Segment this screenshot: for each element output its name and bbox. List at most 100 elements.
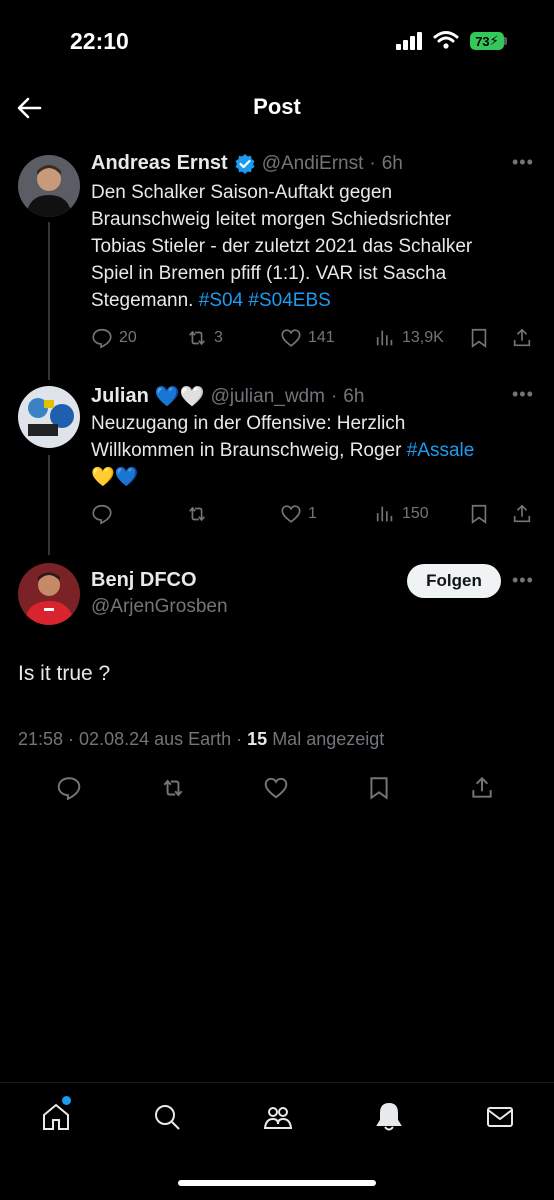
text-line: Willkommen in Braunschweig, Roger #Assal… [91, 437, 541, 464]
status-time: 22:10 [70, 28, 129, 54]
view-label: Mal angezeigt [267, 729, 385, 749]
repost-count: 3 [214, 329, 223, 346]
separator-dot: · [330, 385, 338, 407]
reply-icon [57, 777, 81, 801]
more-options-icon[interactable]: ••• [512, 570, 534, 591]
tweet-time[interactable]: 6h [343, 386, 364, 408]
author-handle[interactable]: @AndiErnst [262, 153, 364, 175]
battery-cap [504, 37, 507, 45]
hashtag-link[interactable]: #S04 [199, 290, 243, 311]
views-icon [376, 506, 393, 522]
nav-search[interactable] [151, 1101, 183, 1138]
battery-level: 73 [475, 33, 490, 49]
bookmark-button[interactable] [366, 775, 392, 801]
name-emoji: 💙🤍 [154, 386, 205, 408]
views-icon [376, 330, 393, 346]
like-icon [281, 329, 301, 347]
reply-button[interactable]: 20 [91, 327, 137, 349]
verified-badge-icon [235, 153, 255, 174]
nav-notifications[interactable] [373, 1101, 405, 1138]
notifications-icon [376, 1102, 402, 1131]
more-options-icon[interactable]: ••• [512, 384, 534, 405]
like-button[interactable] [263, 775, 289, 801]
share-icon [513, 504, 531, 523]
repost-icon [189, 506, 205, 522]
bookmark-icon [471, 328, 487, 348]
reply-icon [92, 504, 112, 525]
search-icon [155, 1105, 180, 1130]
messages-icon [487, 1107, 513, 1127]
like-icon [281, 505, 301, 523]
avatar-image [18, 563, 80, 625]
post-text: Is it true ? [18, 662, 111, 685]
views-count: 13,9K [402, 329, 444, 346]
share-button[interactable] [469, 775, 495, 801]
nav-home[interactable] [40, 1101, 72, 1138]
emoji-line: 💛💙 [91, 467, 139, 488]
share-icon [513, 328, 531, 347]
bookmark-icon [370, 777, 388, 800]
views-button[interactable]: 150 [374, 503, 429, 525]
text-line: Stegemann. #S04 #S04EBS [91, 287, 541, 314]
like-button[interactable]: 1 [280, 503, 317, 525]
thread-line [48, 222, 50, 380]
share-button[interactable] [511, 503, 533, 525]
reply-button[interactable] [56, 775, 82, 801]
home-icon [43, 1103, 69, 1130]
bookmark-button[interactable] [468, 327, 490, 349]
bookmark-icon [471, 504, 487, 524]
reply-icon [92, 328, 112, 349]
text-line: Spiel in Bremen pfiff (1:1). VAR ist Sas… [91, 263, 447, 284]
author-name[interactable]: Julian [91, 385, 149, 408]
communities-icon [263, 1107, 293, 1129]
text-line: Braunschweig leitet morgen Schiedsrichte… [91, 209, 452, 230]
post-timestamp: 21:58 · 02.08.24 aus Earth · [18, 729, 248, 749]
author-name[interactable]: Benj DFCO [91, 569, 197, 592]
tweet-header: Andreas Ernst @AndiErnst · 6h [91, 152, 403, 175]
tweet-text: Neuzugang in der Offensive: Herzlich Wil… [91, 410, 541, 491]
repost-button[interactable]: 3 [186, 327, 223, 349]
cellular-signal-icon [396, 32, 422, 50]
author-handle[interactable]: @ArjenGrosben [91, 596, 228, 618]
nav-messages[interactable] [484, 1101, 516, 1138]
avatar-benj-dfco[interactable] [18, 563, 80, 625]
view-count: 15 [247, 729, 268, 749]
text-fragment: Willkommen in Braunschweig, Roger [91, 440, 402, 461]
nav-communities[interactable] [262, 1101, 294, 1138]
bookmark-button[interactable] [468, 503, 490, 525]
like-button[interactable]: 141 [280, 327, 335, 349]
repost-icon [163, 779, 183, 797]
reply-button[interactable] [91, 503, 119, 525]
wifi-icon [433, 31, 459, 49]
author-handle[interactable]: @julian_wdm [211, 386, 325, 408]
repost-button[interactable] [160, 775, 186, 801]
home-notification-dot [62, 1096, 71, 1105]
follow-button[interactable]: Folgen [407, 564, 501, 598]
share-button[interactable] [511, 327, 533, 349]
text-line: Tobias Stieler - der zuletzt 2021 das Sc… [91, 236, 473, 257]
separator-dot: · [369, 152, 376, 174]
post-meta: 21:58 · 02.08.24 aus Earth · 15 Mal ange… [18, 729, 384, 750]
avatar-andreas-ernst[interactable] [18, 155, 80, 217]
hashtag-link[interactable]: #Assale [407, 440, 475, 461]
text-fragment: Stegemann. [91, 290, 194, 311]
tweet-text: Den Schalker Saison-Auftakt gegen Brauns… [91, 179, 541, 314]
hashtag-link[interactable]: #S04EBS [248, 290, 330, 311]
more-options-icon[interactable]: ••• [512, 152, 534, 173]
views-count: 150 [402, 505, 429, 522]
repost-icon [189, 330, 205, 346]
like-icon [264, 777, 288, 799]
text-line: Neuzugang in der Offensive: Herzlich [91, 413, 406, 434]
like-count: 141 [308, 329, 335, 346]
avatar-image [18, 386, 80, 448]
views-button[interactable]: 13,9K [374, 327, 444, 349]
repost-button[interactable] [186, 503, 214, 525]
tweet-time[interactable]: 6h [382, 153, 403, 175]
page-title: Post [253, 94, 301, 119]
author-name[interactable]: Andreas Ernst [91, 152, 228, 175]
avatar-image [18, 155, 80, 217]
tweet-header: Julian 💙🤍 @julian_wdm · 6h [91, 384, 364, 409]
reply-count: 20 [119, 329, 137, 346]
avatar-julian[interactable] [18, 386, 80, 448]
like-count: 1 [308, 505, 317, 522]
